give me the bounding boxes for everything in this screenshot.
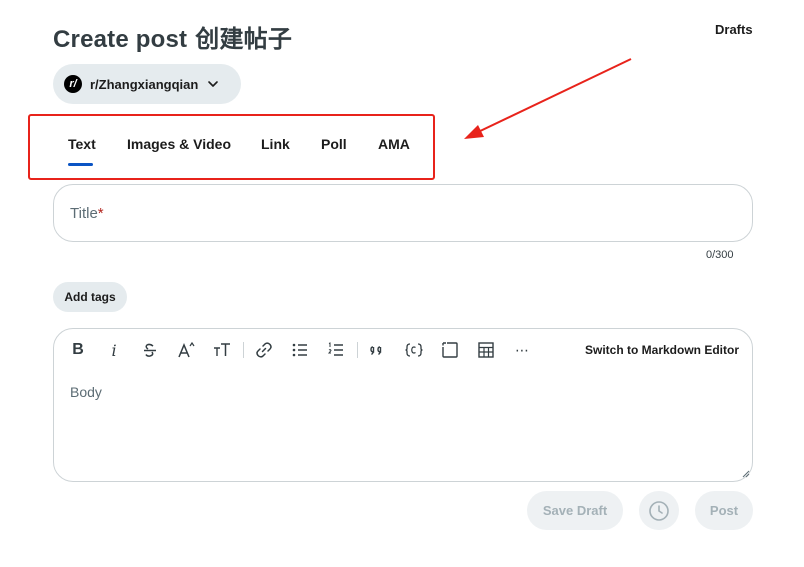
community-selector[interactable]: r/ r/Zhangxiangqian: [53, 64, 241, 104]
page-title-chinese: 创建帖子: [195, 25, 293, 53]
title-char-counter: 0/300: [706, 249, 734, 261]
tab-text[interactable]: Text: [68, 136, 96, 152]
clock-icon: [649, 500, 669, 521]
chevron-down-icon: [208, 81, 219, 87]
switch-to-markdown-button[interactable]: Switch to Markdown Editor: [585, 343, 739, 357]
toolbar-divider: [357, 342, 358, 358]
title-placeholder: Title: [70, 204, 98, 222]
more-options-icon[interactable]: ⋯: [512, 340, 532, 360]
tab-link[interactable]: Link: [261, 136, 290, 152]
add-tags-button[interactable]: Add tags: [53, 282, 127, 312]
numbered-list-icon[interactable]: [326, 340, 346, 360]
code-icon[interactable]: [404, 340, 424, 360]
required-mark: *: [97, 204, 104, 222]
code-block-icon[interactable]: [440, 340, 460, 360]
post-button[interactable]: Post: [695, 491, 753, 530]
save-draft-button[interactable]: Save Draft: [527, 491, 623, 530]
community-avatar: r/: [64, 75, 82, 93]
resize-handle-icon[interactable]: [742, 470, 750, 478]
superscript-icon[interactable]: [176, 340, 196, 360]
page-title-text: Create post: [53, 26, 188, 53]
schedule-button[interactable]: [639, 491, 679, 530]
bulleted-list-icon[interactable]: [290, 340, 310, 360]
tab-poll[interactable]: Poll: [321, 136, 347, 152]
tab-selected-underline: [68, 163, 93, 166]
body-placeholder: Body: [70, 384, 102, 400]
community-name: r/Zhangxiangqian: [90, 76, 199, 92]
link-icon[interactable]: [254, 340, 274, 360]
title-input[interactable]: Title *: [53, 184, 753, 242]
page-title: Create post 创建帖子: [53, 19, 292, 54]
strikethrough-icon[interactable]: [140, 340, 160, 360]
italic-icon[interactable]: i: [104, 340, 124, 360]
bold-icon[interactable]: B: [68, 340, 88, 360]
quote-icon[interactable]: [368, 340, 388, 360]
table-icon[interactable]: [476, 340, 496, 360]
toolbar-divider: [243, 342, 244, 358]
tab-ama[interactable]: AMA: [378, 136, 410, 152]
tab-images-video[interactable]: Images & Video: [127, 136, 231, 152]
heading-icon[interactable]: [212, 340, 232, 360]
drafts-link[interactable]: Drafts: [715, 22, 753, 37]
